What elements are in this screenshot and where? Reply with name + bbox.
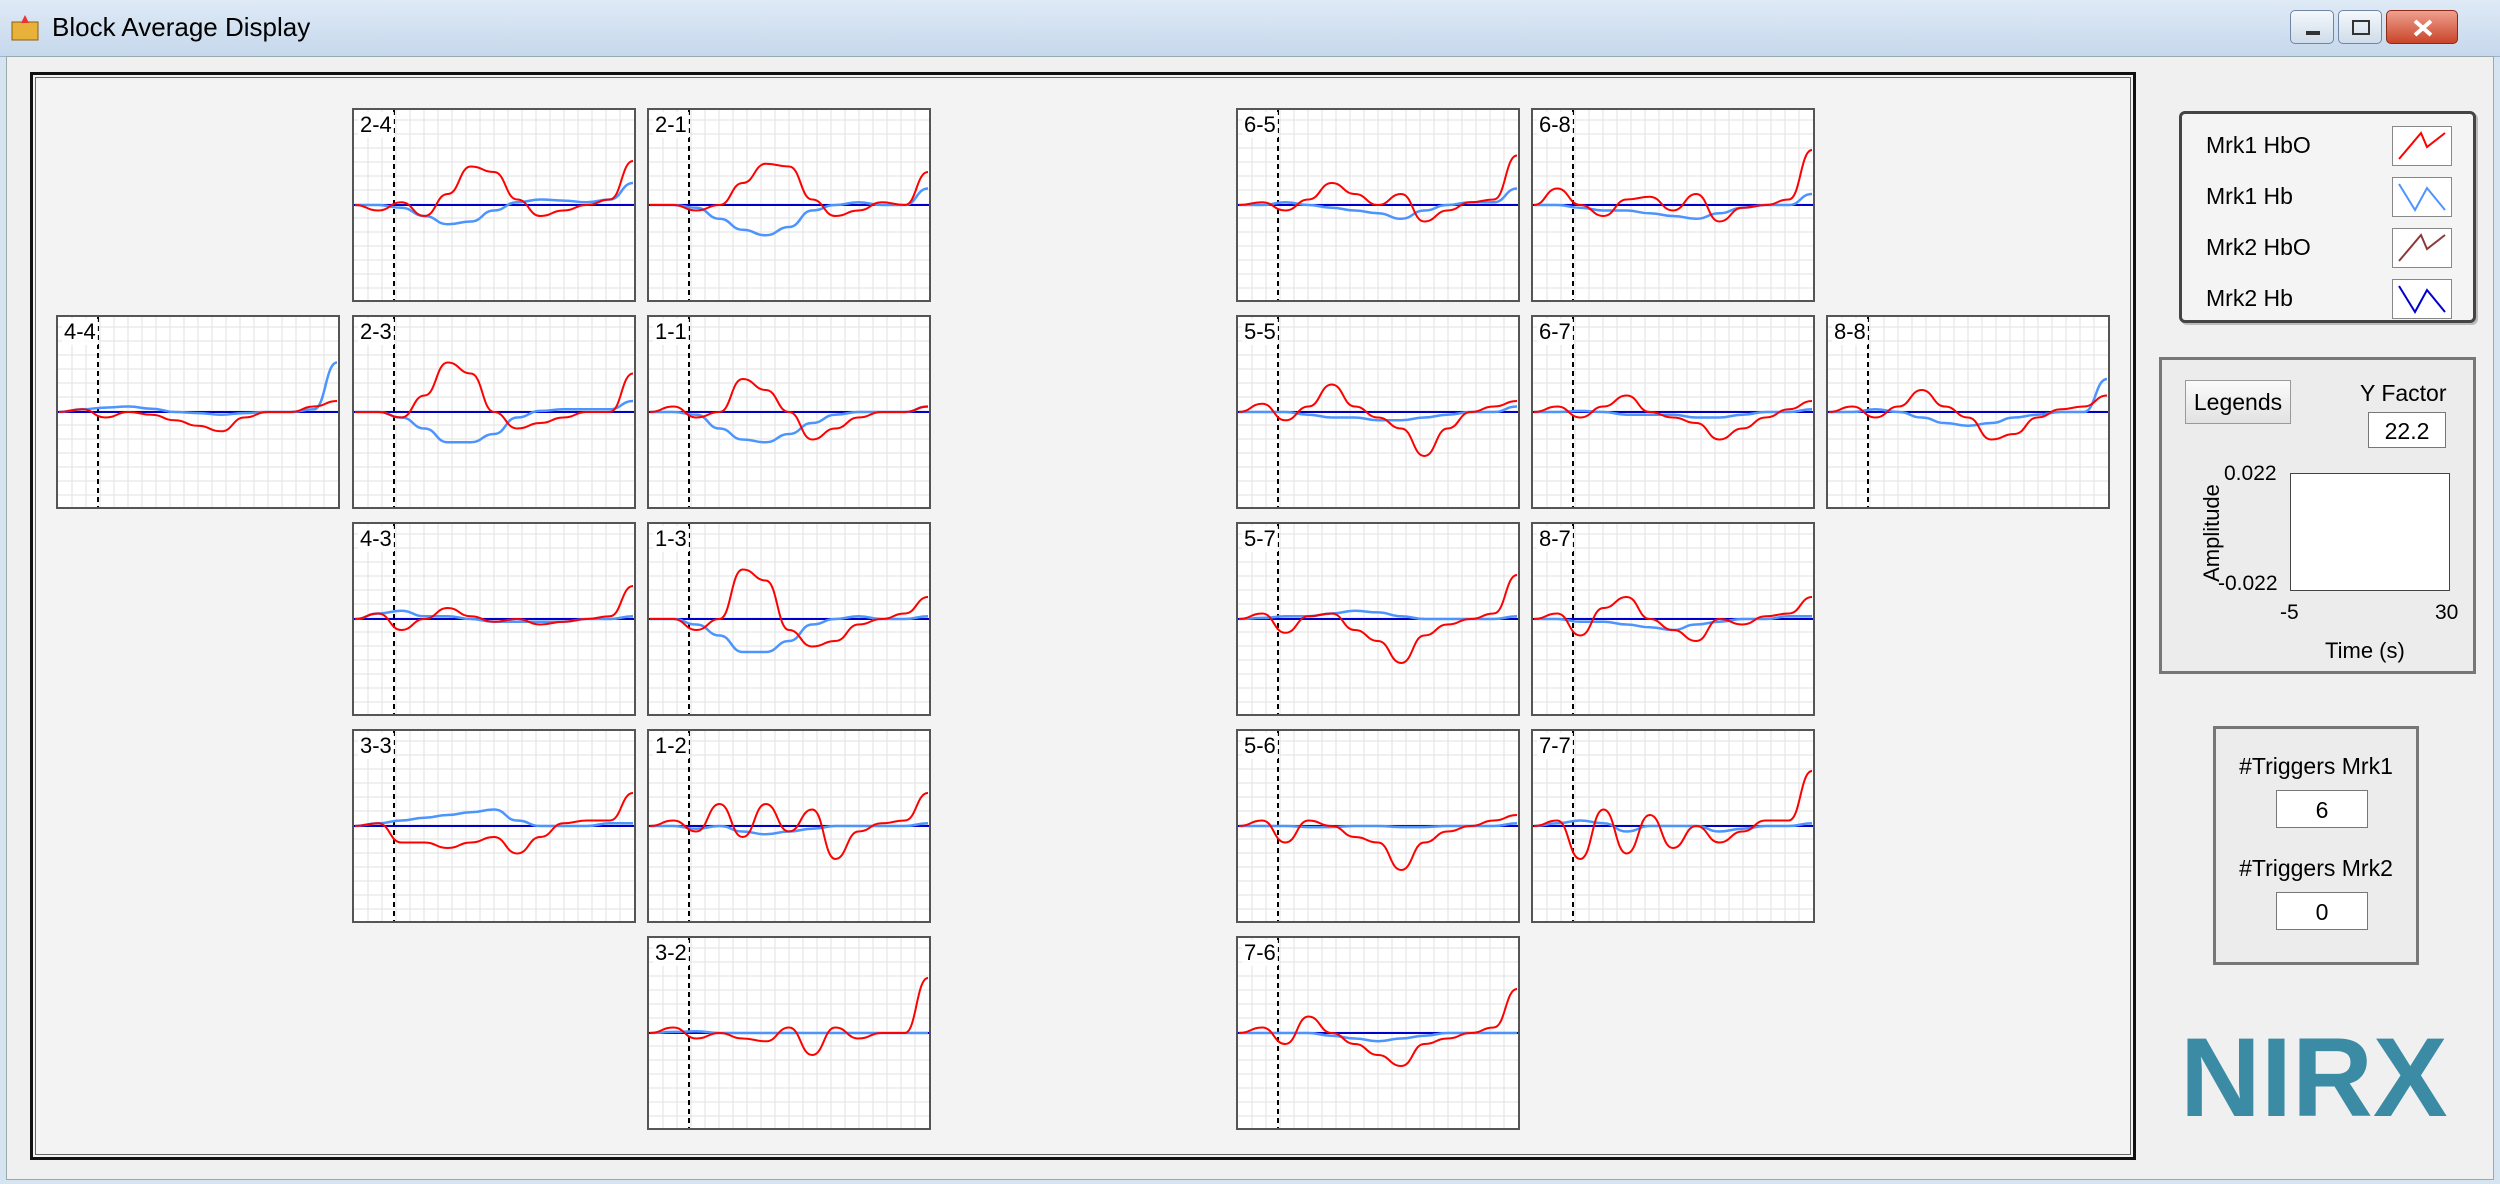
- maximize-button[interactable]: [2338, 10, 2382, 44]
- channel-plot: 6-8: [1531, 108, 1815, 302]
- nirx-logo: NIRX: [2180, 1026, 2448, 1126]
- channel-label: 2-3: [358, 319, 394, 345]
- channel-label: 8-8: [1832, 319, 1868, 345]
- amplitude-axis-label: Amplitude: [2199, 484, 2224, 582]
- channel-plot: 3-3: [352, 729, 636, 923]
- channel-plot: 2-3: [352, 315, 636, 509]
- legend-item-mrk2-hb: Mrk2 Hb: [2206, 279, 2456, 319]
- triggers-mrk1-value: 6: [2276, 790, 2368, 828]
- legend-label: Mrk2 Hb: [2206, 285, 2293, 311]
- channel-label: 7-6: [1242, 940, 1278, 966]
- channel-label: 3-2: [653, 940, 689, 966]
- minimize-button[interactable]: [2290, 10, 2334, 44]
- display-settings-panel: Legends Y Factor 22.2 0.022 -0.022 Ampli…: [2159, 357, 2476, 674]
- block-average-panel: 2-4 2-1 6-5 6-8 4-4 2-3 1-1 5-5 6-7 8-8 …: [30, 72, 2136, 1160]
- channel-plot: 2-1: [647, 108, 931, 302]
- channel-label: 2-1: [653, 112, 689, 138]
- time-max-label: 30: [2435, 601, 2459, 624]
- line-swatch-icon: [2392, 177, 2452, 217]
- channel-label: 5-6: [1242, 733, 1278, 759]
- channel-label: 1-3: [653, 526, 689, 552]
- nirx-app-icon: [11, 15, 39, 41]
- amplitude-min-label: -0.022: [2218, 572, 2278, 595]
- channel-label: 6-7: [1537, 319, 1573, 345]
- window-title: Block Average Display: [52, 12, 311, 42]
- line-swatch-icon: [2392, 279, 2452, 319]
- channel-label: 4-4: [62, 319, 98, 345]
- y-factor-label: Y Factor: [2360, 380, 2447, 406]
- channel-plot: 8-8: [1826, 315, 2110, 509]
- legends-button[interactable]: Legends: [2185, 380, 2291, 424]
- channel-plot: 4-4: [56, 315, 340, 509]
- channel-label: 4-3: [358, 526, 394, 552]
- close-icon: [2413, 19, 2433, 37]
- triggers-mrk2-label: #Triggers Mrk2: [2239, 855, 2393, 881]
- channel-label: 5-5: [1242, 319, 1278, 345]
- channel-plot: 4-3: [352, 522, 636, 716]
- channel-plot: 6-5: [1236, 108, 1520, 302]
- legend-label: Mrk2 HbO: [2206, 234, 2311, 260]
- legend-item-mrk1-hbo: Mrk1 HbO: [2206, 126, 2456, 166]
- y-factor-input[interactable]: 22.2: [2368, 412, 2446, 448]
- legend-item-mrk2-hbo: Mrk2 HbO: [2206, 228, 2456, 268]
- channel-plot: 7-7: [1531, 729, 1815, 923]
- channel-plot: 3-2: [647, 936, 931, 1130]
- triggers-mrk1-label: #Triggers Mrk1: [2239, 753, 2393, 779]
- amplitude-max-label: 0.022: [2224, 462, 2277, 485]
- legend-panel: Mrk1 HbO Mrk1 Hb Mrk2 HbO Mrk2 Hb: [2179, 111, 2476, 323]
- channel-label: 2-4: [358, 112, 394, 138]
- channel-plot: 5-7: [1236, 522, 1520, 716]
- channel-label: 6-5: [1242, 112, 1278, 138]
- time-axis-label: Time (s): [2325, 638, 2405, 663]
- channel-label: 8-7: [1537, 526, 1573, 552]
- legend-label: Mrk1 Hb: [2206, 183, 2293, 209]
- channel-plot: 1-2: [647, 729, 931, 923]
- channel-plot: 6-7: [1531, 315, 1815, 509]
- channel-plot: 2-4: [352, 108, 636, 302]
- title-bar[interactable]: Block Average Display: [0, 0, 2500, 57]
- amplitude-scale-plot: [2290, 473, 2450, 591]
- close-button[interactable]: [2386, 10, 2458, 44]
- channel-plot: 1-3: [647, 522, 931, 716]
- legend-item-mrk1-hb: Mrk1 Hb: [2206, 177, 2456, 217]
- channel-label: 3-3: [358, 733, 394, 759]
- channel-label: 7-7: [1537, 733, 1573, 759]
- line-swatch-icon: [2392, 126, 2452, 166]
- channel-plot: 7-6: [1236, 936, 1520, 1130]
- channel-plot: 8-7: [1531, 522, 1815, 716]
- triggers-panel: #Triggers Mrk1 6 #Triggers Mrk2 0: [2213, 726, 2419, 965]
- channel-plot: 5-6: [1236, 729, 1520, 923]
- line-swatch-icon: [2392, 228, 2452, 268]
- legend-label: Mrk1 HbO: [2206, 132, 2311, 158]
- triggers-mrk2-value: 0: [2276, 892, 2368, 930]
- maximize-icon: [2352, 20, 2370, 35]
- channel-label: 1-1: [653, 319, 689, 345]
- channel-label: 5-7: [1242, 526, 1278, 552]
- channel-label: 1-2: [653, 733, 689, 759]
- channel-label: 6-8: [1537, 112, 1573, 138]
- channel-plot: 1-1: [647, 315, 931, 509]
- logo-text: NIRX: [2180, 1026, 2448, 1126]
- channel-plot: 5-5: [1236, 315, 1520, 509]
- minimize-icon: [2306, 31, 2320, 35]
- time-min-label: -5: [2280, 601, 2299, 624]
